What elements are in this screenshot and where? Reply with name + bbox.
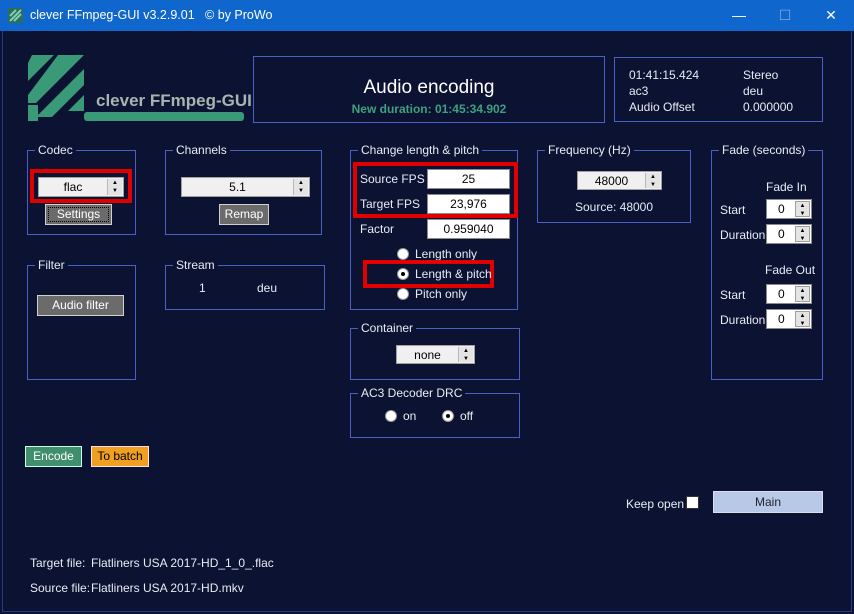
maximize-button[interactable]: ☐ xyxy=(762,0,808,31)
radio-selected-icon[interactable] xyxy=(397,268,409,280)
title-bar: clever FFmpeg-GUI v3.2.9.01 © by ProWo —… xyxy=(0,0,854,31)
fade-out-duration-value: 0 xyxy=(778,312,785,326)
fade-in-duration-label: Duration xyxy=(720,228,766,242)
offset-label: Audio Offset xyxy=(629,100,695,114)
audio-filter-button[interactable]: Audio filter xyxy=(37,295,124,316)
app-icon xyxy=(8,8,23,23)
fade-legend: Fade (seconds) xyxy=(719,143,809,157)
radio-selected-icon[interactable] xyxy=(442,410,454,422)
source-file-value: Flatliners USA 2017-HD.mkv xyxy=(91,581,244,595)
header-panel: Audio encoding New duration: 01:45:34.90… xyxy=(253,56,605,123)
spinner-arrows-icon[interactable]: ▲ ▼ xyxy=(795,201,810,217)
keep-open-label: Keep open xyxy=(626,497,685,511)
spinner-arrows-icon[interactable]: ▲ ▼ xyxy=(795,226,810,242)
radio-label: Length & pitch xyxy=(415,267,492,281)
frequency-spinner[interactable]: 48000 ▲ ▼ xyxy=(577,171,662,190)
spinner-arrows-icon[interactable]: ▲ ▼ xyxy=(293,179,308,195)
fade-out-start-spinner[interactable]: 0 ▲ ▼ xyxy=(766,284,812,304)
target-file-label: Target file: xyxy=(30,556,86,570)
spinner-arrows-icon[interactable]: ▲ ▼ xyxy=(645,173,660,188)
remap-button[interactable]: Remap xyxy=(219,204,269,225)
fade-in-duration-spinner[interactable]: 0 ▲ ▼ xyxy=(766,224,812,244)
container-legend: Container xyxy=(358,321,417,335)
source-file-label: Source file: xyxy=(30,581,91,595)
spinner-arrows-icon[interactable]: ▲ ▼ xyxy=(795,286,810,302)
to-batch-button[interactable]: To batch xyxy=(91,446,149,467)
fade-in-start-value: 0 xyxy=(778,202,785,216)
settings-button[interactable]: Settings xyxy=(45,204,112,225)
target-file-value: Flatliners USA 2017-HD_1_0_.flac xyxy=(91,556,274,570)
target-fps-label: Target FPS xyxy=(360,197,421,211)
fade-out-label: Fade Out xyxy=(765,263,816,277)
radio-icon[interactable] xyxy=(385,410,397,422)
fade-in-label: Fade In xyxy=(766,180,807,194)
channels-spinner[interactable]: 5.1 ▲ ▼ xyxy=(181,177,310,197)
minimize-button[interactable]: — xyxy=(716,0,762,31)
new-duration: New duration: 01:45:34.902 xyxy=(351,102,507,116)
spinner-arrows-icon[interactable]: ▲ ▼ xyxy=(795,311,810,327)
close-button[interactable]: ✕ xyxy=(808,0,854,31)
container-spinner[interactable]: none ▲ ▼ xyxy=(396,345,475,364)
container-value: none xyxy=(414,348,441,362)
source-fps-input[interactable]: 25 xyxy=(427,169,510,189)
factor-label: Factor xyxy=(360,222,395,236)
radio-label: on xyxy=(403,409,417,423)
change-length-legend: Change length & pitch xyxy=(358,143,483,157)
channels-legend: Channels xyxy=(173,143,230,157)
fade-in-start-spinner[interactable]: 0 ▲ ▼ xyxy=(766,199,812,219)
language-value: deu xyxy=(743,84,764,98)
stream-group: Stream 1 deu xyxy=(165,258,325,310)
factor-input[interactable]: 0.959040 xyxy=(427,219,510,239)
ffmpeg-logo-icon xyxy=(28,55,244,121)
window-title: clever FFmpeg-GUI v3.2.9.01 © by ProWo xyxy=(30,8,273,22)
radio-label: Length only xyxy=(415,247,478,261)
source-fps-label: Source FPS xyxy=(360,172,425,186)
codec-value: flac xyxy=(63,180,83,194)
fade-in-duration-value: 0 xyxy=(778,227,785,241)
fade-out-start-value: 0 xyxy=(778,287,785,301)
radio-icon[interactable] xyxy=(397,288,409,300)
stream-index: 1 xyxy=(199,281,206,295)
spinner-arrows-icon[interactable]: ▲ ▼ xyxy=(107,179,122,195)
stream-language: deu xyxy=(257,281,278,295)
filter-legend: Filter xyxy=(35,258,68,272)
frequency-source: Source: 48000 xyxy=(574,200,654,214)
offset-value: 0.000000 xyxy=(743,100,794,114)
keep-open-checkbox[interactable] xyxy=(686,496,699,509)
codec-legend: Codec xyxy=(35,143,76,157)
ac3-drc-group: AC3 Decoder DRC xyxy=(350,386,520,438)
fade-out-duration-spinner[interactable]: 0 ▲ ▼ xyxy=(766,309,812,329)
filter-group: Filter xyxy=(27,258,136,380)
spinner-arrows-icon[interactable]: ▲ ▼ xyxy=(458,347,473,362)
logo-text: clever FFmpeg-GUI xyxy=(96,91,252,110)
channels-value: 5.1 xyxy=(229,180,246,194)
radio-label: off xyxy=(460,409,474,423)
fade-out-duration-label: Duration xyxy=(720,313,766,327)
frequency-value: 48000 xyxy=(594,174,629,188)
stream-legend: Stream xyxy=(173,258,218,272)
info-panel: 01:41:15.424 Stereo ac3 deu Audio Offset… xyxy=(614,57,823,122)
duration-value: 01:41:15.424 xyxy=(629,68,700,82)
logo: clever FFmpeg-GUI xyxy=(28,55,252,123)
codec-value: ac3 xyxy=(629,84,649,98)
codec-spinner[interactable]: flac ▲ ▼ xyxy=(38,177,124,197)
fade-out-start-label: Start xyxy=(720,288,746,302)
frequency-legend: Frequency (Hz) xyxy=(545,143,634,157)
radio-label: Pitch only xyxy=(415,287,468,301)
radio-icon[interactable] xyxy=(397,248,409,260)
ac3-drc-legend: AC3 Decoder DRC xyxy=(358,386,466,400)
main-button[interactable]: Main xyxy=(713,491,823,513)
fade-in-start-label: Start xyxy=(720,203,746,217)
fade-group: Fade (seconds) Fade In Start Duration Fa… xyxy=(711,143,823,380)
layout-value: Stereo xyxy=(743,68,779,82)
target-fps-input[interactable]: 23,976 xyxy=(427,194,510,214)
encode-button[interactable]: Encode xyxy=(25,446,82,467)
page-title: Audio encoding xyxy=(363,77,495,98)
